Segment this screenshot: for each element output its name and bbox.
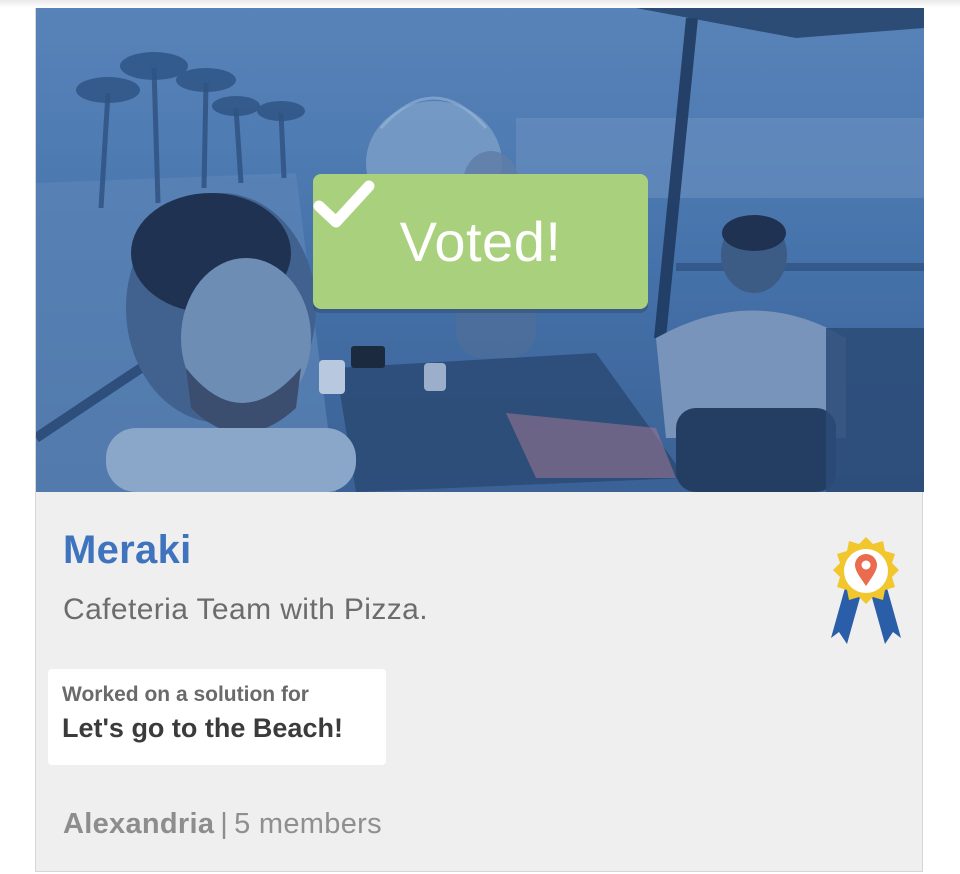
footer-separator: | — [220, 808, 229, 840]
card-footer: Alexandria | 5 members — [63, 808, 382, 841]
team-card[interactable]: Voted! Meraki Cafeteria Team with Pizza.… — [35, 8, 924, 872]
solution-challenge-link[interactable]: Let's go to the Beach! — [62, 713, 343, 744]
top-divider — [0, 0, 960, 8]
checkmark-icon — [313, 180, 375, 228]
team-description: Cafeteria Team with Pizza. — [63, 593, 428, 626]
team-city: Alexandria — [63, 808, 215, 840]
team-photo: Voted! — [36, 8, 924, 492]
award-ribbon-location-icon — [831, 537, 901, 644]
solution-box[interactable]: Worked on a solution for Let's go to the… — [48, 669, 386, 765]
team-name[interactable]: Meraki — [63, 528, 192, 573]
voted-label: Voted! — [399, 210, 562, 273]
voted-badge: Voted! — [313, 174, 648, 309]
solution-label: Worked on a solution for — [62, 683, 309, 706]
team-members-count: 5 members — [234, 808, 382, 840]
